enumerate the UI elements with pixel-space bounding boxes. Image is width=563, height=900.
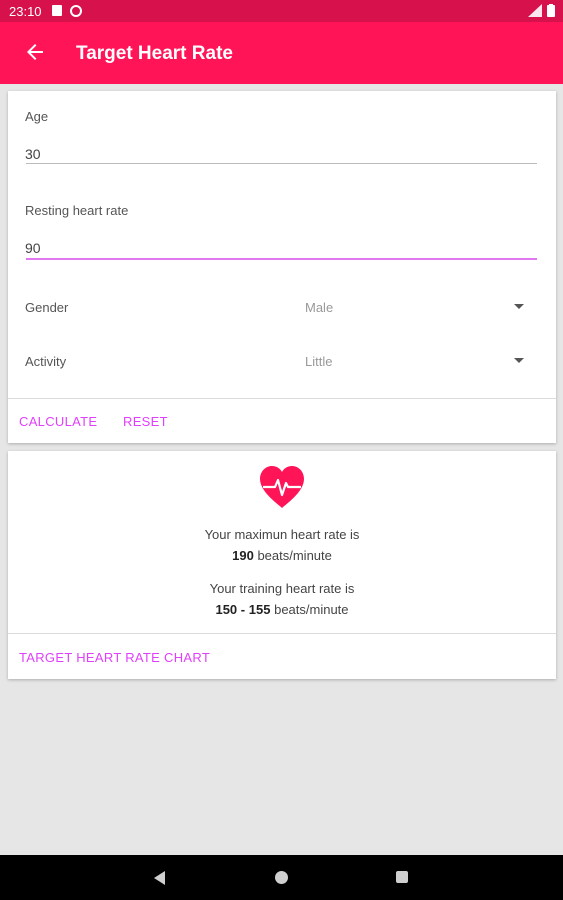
calculate-button[interactable]: CALCULATE [19, 414, 97, 429]
target-heart-rate-chart-button[interactable]: TARGET HEART RATE CHART [19, 650, 210, 665]
result-card-divider [8, 633, 556, 634]
resting-heart-rate-underline [26, 258, 537, 260]
max-heart-rate-intro: Your maximun heart rate is [204, 527, 360, 542]
app-bar: Target Heart Rate [0, 22, 563, 84]
activity-chevron-down-icon[interactable] [514, 358, 524, 363]
training-heart-rate-unit: beats/minute [274, 602, 349, 617]
training-heart-rate-high: 155 [248, 602, 271, 617]
gender-selected-value[interactable]: Male [305, 300, 333, 315]
sd-card-icon [52, 5, 62, 16]
battery-icon [547, 4, 555, 17]
age-label: Age [25, 109, 49, 124]
activity-selected-value[interactable]: Little [305, 354, 332, 369]
gender-label: Gender [25, 300, 69, 315]
max-heart-rate-value: 190 [232, 548, 254, 563]
training-heart-rate-separator: - [240, 602, 246, 617]
age-underline [26, 163, 537, 164]
sync-icon [70, 5, 82, 17]
input-card: Age 30 Resting heart rate 90 Gender Male… [8, 91, 556, 443]
nav-back-icon[interactable] [154, 871, 165, 885]
wifi-icon [528, 4, 542, 17]
activity-label: Activity [25, 354, 67, 369]
reset-button[interactable]: RESET [123, 414, 168, 429]
gender-chevron-down-icon[interactable] [514, 304, 524, 309]
card-divider [8, 398, 556, 399]
nav-recents-icon[interactable] [396, 871, 408, 883]
max-heart-rate-unit: beats/minute [257, 548, 332, 563]
navigation-bar [0, 855, 563, 900]
resting-heart-rate-input[interactable]: 90 [25, 240, 537, 256]
training-heart-rate-low: 150 [215, 602, 238, 617]
heart-pulse-icon [260, 466, 304, 508]
resting-heart-rate-label: Resting heart rate [25, 203, 129, 218]
training-heart-rate-line: 150 - 155 beats/minute [8, 602, 556, 617]
training-heart-rate-intro: Your training heart rate is [209, 581, 355, 596]
page-title: Target Heart Rate [76, 43, 233, 64]
result-card: Your maximun heart rate is 190 beats/min… [8, 451, 556, 679]
back-arrow-icon[interactable] [23, 40, 47, 64]
status-time: 23:10 [9, 4, 42, 19]
max-heart-rate-line: 190 beats/minute [8, 548, 556, 563]
status-bar: 23:10 [0, 0, 563, 22]
status-right-icons [528, 4, 555, 17]
age-input[interactable]: 30 [25, 146, 537, 162]
nav-home-icon[interactable] [275, 871, 288, 884]
